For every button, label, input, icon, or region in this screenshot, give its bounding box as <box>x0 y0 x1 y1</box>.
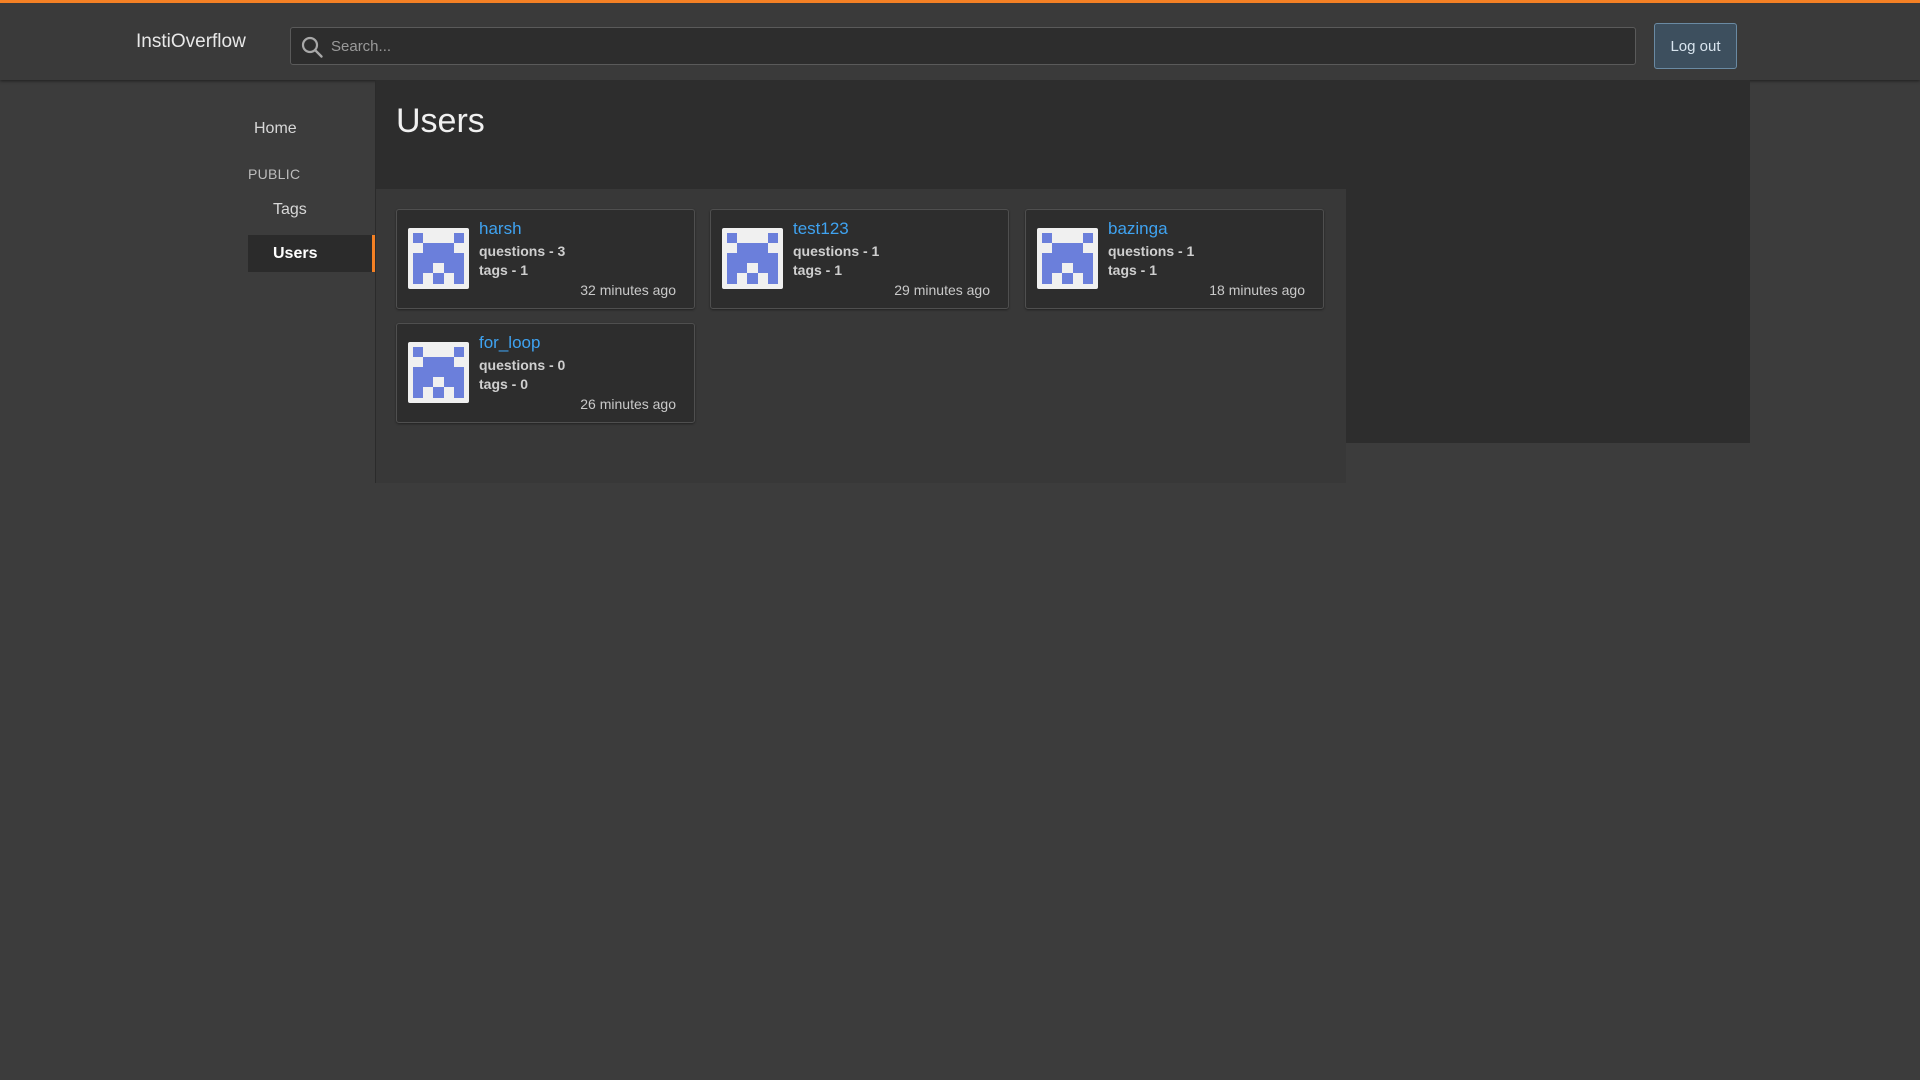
user-questions-count: questions - 1 <box>793 243 880 259</box>
user-timestamp: 18 minutes ago <box>1209 282 1305 298</box>
page-title: Users <box>396 102 485 140</box>
logout-button[interactable]: Log out <box>1654 23 1737 69</box>
user-card: bazinga questions - 1 tags - 1 18 minute… <box>1025 209 1324 309</box>
user-tags-count: tags - 1 <box>793 262 843 278</box>
identicon-avatar-icon <box>727 233 778 284</box>
user-card: for_loop questions - 0 tags - 0 26 minut… <box>396 323 695 423</box>
sidebar-item-tags[interactable]: Tags <box>273 201 307 219</box>
user-tags-count: tags - 1 <box>479 262 529 278</box>
search-input[interactable] <box>331 28 1621 64</box>
search-box[interactable] <box>290 27 1636 65</box>
user-card: test123 questions - 1 tags - 1 29 minute… <box>710 209 1009 309</box>
user-timestamp: 26 minutes ago <box>580 396 676 412</box>
users-grid: harsh questions - 3 tags - 1 32 minutes … <box>376 189 1346 483</box>
user-questions-count: questions - 0 <box>479 357 566 373</box>
user-tags-count: tags - 0 <box>479 376 529 392</box>
user-timestamp: 29 minutes ago <box>894 282 990 298</box>
user-name-link[interactable]: bazinga <box>1108 219 1168 239</box>
user-questions-count: questions - 3 <box>479 243 566 259</box>
search-icon <box>301 36 323 58</box>
sidebar-section-public: PUBLIC <box>248 166 301 182</box>
avatar[interactable] <box>1037 228 1098 289</box>
sidebar-item-users[interactable]: Users <box>248 235 375 272</box>
avatar[interactable] <box>408 228 469 289</box>
identicon-avatar-icon <box>413 233 464 284</box>
user-name-link[interactable]: harsh <box>479 219 522 239</box>
avatar[interactable] <box>722 228 783 289</box>
identicon-avatar-icon <box>413 347 464 398</box>
sidebar-item-home[interactable]: Home <box>254 120 297 138</box>
identicon-avatar-icon <box>1042 233 1093 284</box>
user-name-link[interactable]: for_loop <box>479 333 540 353</box>
user-tags-count: tags - 1 <box>1108 262 1158 278</box>
user-name-link[interactable]: test123 <box>793 219 849 239</box>
user-questions-count: questions - 1 <box>1108 243 1195 259</box>
user-timestamp: 32 minutes ago <box>580 282 676 298</box>
avatar[interactable] <box>408 342 469 403</box>
top-bar: InstiOverflow Log out <box>0 0 1920 80</box>
user-card: harsh questions - 3 tags - 1 32 minutes … <box>396 209 695 309</box>
logo[interactable]: InstiOverflow <box>136 31 246 53</box>
